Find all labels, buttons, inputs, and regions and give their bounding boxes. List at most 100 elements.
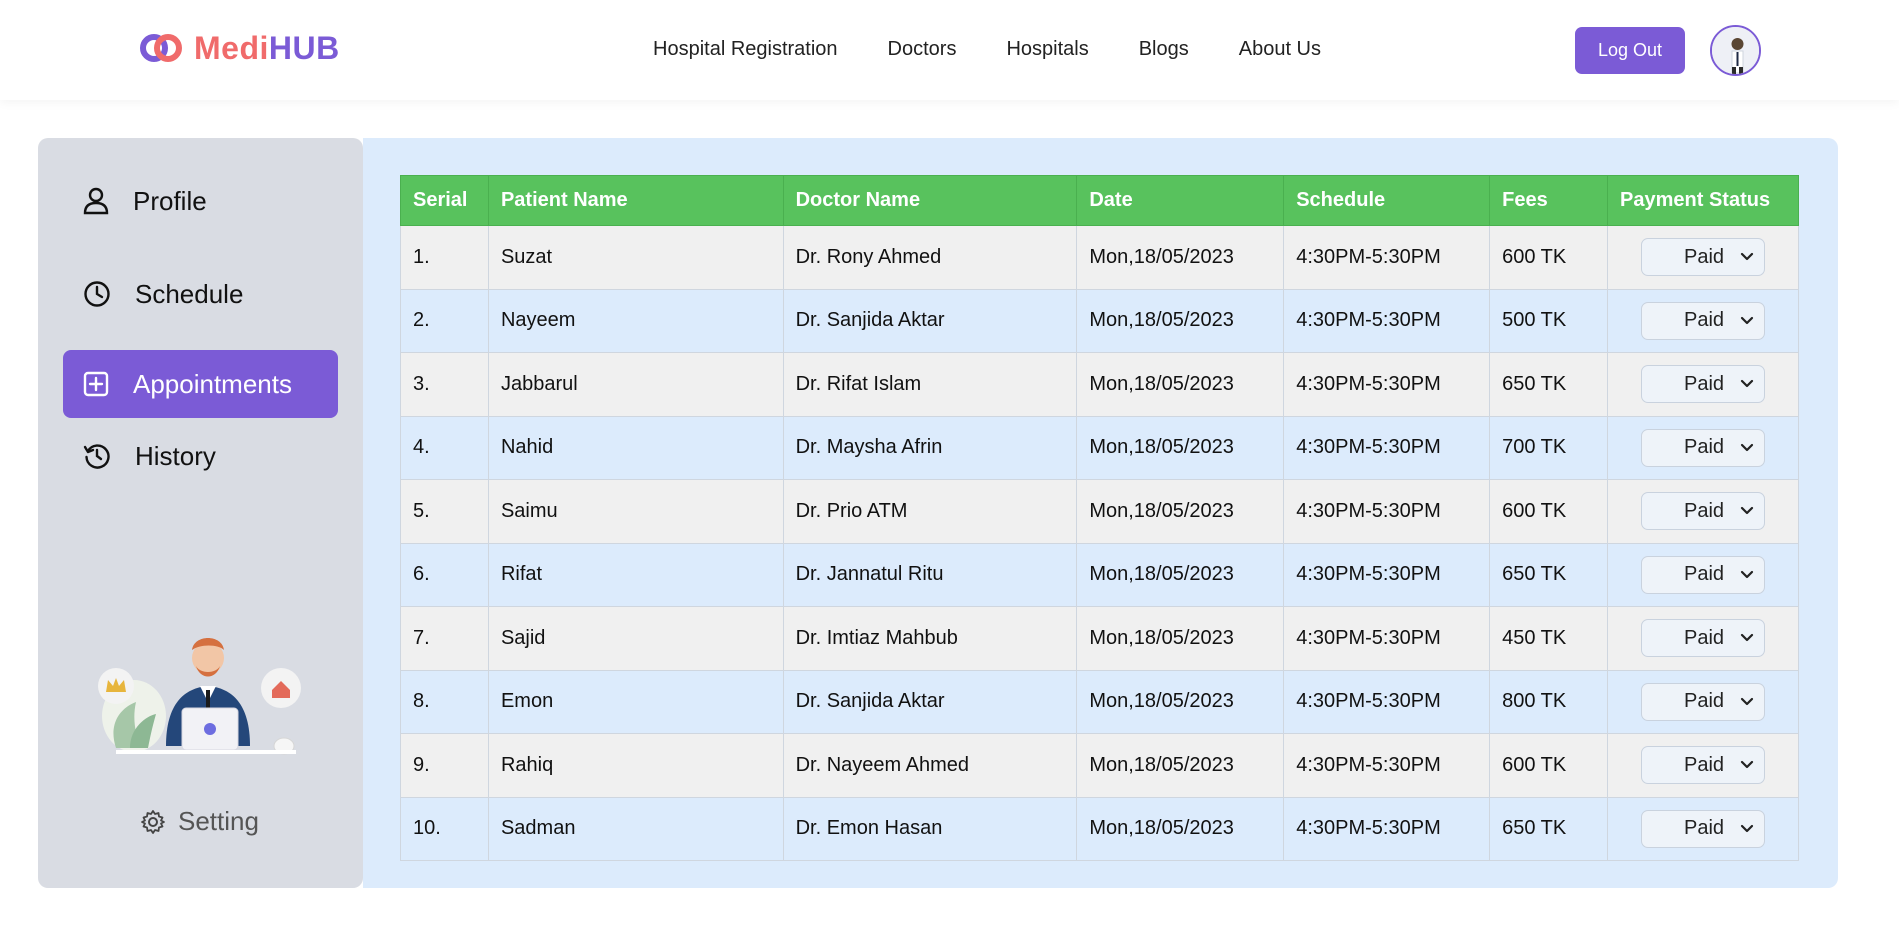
table-row[interactable]: 10. Sadman Dr. Emon Hasan Mon,18/05/2023 4:3… xyxy=(400,796,1799,861)
doctor-name-cell: Dr. Sanjida Aktar xyxy=(782,669,1078,734)
payment-status-select[interactable]: Paid xyxy=(1641,555,1765,594)
schedule-cell: 4:30PM-5:30PM xyxy=(1283,288,1491,353)
patient-name-cell: Rifat xyxy=(487,542,784,607)
table-header-row: Serial Patient Name Doctor Name Date Sch… xyxy=(400,175,1799,226)
sidebar-item-history[interactable]: History xyxy=(63,422,338,490)
patient-name-cell: Jabbarul xyxy=(487,352,784,417)
nav-doctors[interactable]: Doctors xyxy=(888,38,957,61)
patient-name-cell: Rahiq xyxy=(487,733,784,798)
payment-status-value: Paid xyxy=(1684,372,1725,395)
payment-status-cell: Paid xyxy=(1607,288,1799,353)
payment-status-select[interactable]: Paid xyxy=(1641,809,1765,848)
history-icon xyxy=(83,444,110,469)
fees-cell: 650 TK xyxy=(1489,542,1609,607)
date-cell: Mon,18/05/2023 xyxy=(1076,225,1285,290)
nav-about-us[interactable]: About Us xyxy=(1239,38,1321,61)
payment-status-select[interactable]: Paid xyxy=(1641,365,1765,404)
column-header-patient-name[interactable]: Patient Name xyxy=(487,175,784,226)
payment-status-select[interactable]: Paid xyxy=(1641,301,1765,340)
doctor-name-cell: Dr. Jannatul Ritu xyxy=(782,542,1078,607)
payment-status-value: Paid xyxy=(1684,690,1725,713)
payment-status-select[interactable]: Paid xyxy=(1641,746,1765,785)
fees-cell: 450 TK xyxy=(1489,606,1609,671)
serial-cell: 9. xyxy=(400,733,489,798)
sidebar-item-label: Appointments xyxy=(133,368,292,399)
payment-status-select[interactable]: Paid xyxy=(1641,682,1765,721)
schedule-cell: 4:30PM-5:30PM xyxy=(1283,796,1491,861)
payment-status-value: Paid xyxy=(1684,817,1725,840)
brand-name-part2: HUB xyxy=(268,29,340,66)
clock-icon xyxy=(84,281,110,307)
fees-cell: 650 TK xyxy=(1489,796,1609,861)
payment-status-cell: Paid xyxy=(1607,542,1799,607)
payment-status-select[interactable]: Paid xyxy=(1641,619,1765,658)
schedule-cell: 4:30PM-5:30PM xyxy=(1283,542,1491,607)
fees-cell: 700 TK xyxy=(1489,415,1609,480)
table-row[interactable]: 8. Emon Dr. Sanjida Aktar Mon,18/05/2023 4:3… xyxy=(400,669,1799,734)
fees-cell: 650 TK xyxy=(1489,352,1609,417)
column-header-doctor-name[interactable]: Doctor Name xyxy=(782,175,1078,226)
serial-cell: 10. xyxy=(400,796,489,861)
column-header-serial[interactable]: Serial xyxy=(400,175,489,226)
sidebar-item-appointments[interactable]: Appointments xyxy=(63,350,338,418)
schedule-cell: 4:30PM-5:30PM xyxy=(1283,352,1491,417)
column-header-fees[interactable]: Fees xyxy=(1489,175,1609,226)
patient-name-cell: Nayeem xyxy=(487,288,784,353)
user-icon xyxy=(83,187,109,215)
sidebar-item-profile[interactable]: Profile xyxy=(63,167,338,235)
plus-square-icon xyxy=(83,371,109,397)
schedule-cell: 4:30PM-5:30PM xyxy=(1283,669,1491,734)
table-row[interactable]: 3. Jabbarul Dr. Rifat Islam Mon,18/05/2023 4… xyxy=(400,352,1799,417)
serial-cell: 3. xyxy=(400,352,489,417)
table-row[interactable]: 9. Rahiq Dr. Nayeem Ahmed Mon,18/05/2023 4:3… xyxy=(400,733,1799,798)
nav-blogs[interactable]: Blogs xyxy=(1139,38,1189,61)
nav-hospitals[interactable]: Hospitals xyxy=(1006,38,1088,61)
table-row[interactable]: 1. Suzat Dr. Rony Ahmed Mon,18/05/2023 4:30P… xyxy=(400,225,1799,290)
brand-name: MediHUB xyxy=(194,30,340,67)
payment-status-select[interactable]: Paid xyxy=(1641,428,1765,467)
schedule-cell: 4:30PM-5:30PM xyxy=(1283,225,1491,290)
sidebar: Profile Schedule Appointments History Se… xyxy=(38,138,363,888)
serial-cell: 7. xyxy=(400,606,489,671)
payment-status-value: Paid xyxy=(1684,563,1725,586)
date-cell: Mon,18/05/2023 xyxy=(1076,796,1285,861)
chevron-down-icon xyxy=(1740,316,1754,324)
payment-status-value: Paid xyxy=(1684,436,1725,459)
date-cell: Mon,18/05/2023 xyxy=(1076,542,1285,607)
schedule-cell: 4:30PM-5:30PM xyxy=(1283,479,1491,544)
table-row[interactable]: 2. Nayeem Dr. Sanjida Aktar Mon,18/05/2023 4… xyxy=(400,288,1799,353)
payment-status-cell: Paid xyxy=(1607,415,1799,480)
logo-rings-icon xyxy=(138,28,184,68)
payment-status-cell: Paid xyxy=(1607,352,1799,417)
brand-logo[interactable]: MediHUB xyxy=(138,28,340,68)
doctor-name-cell: Dr. Rony Ahmed xyxy=(782,225,1078,290)
payment-status-value: Paid xyxy=(1684,309,1725,332)
nav-hospital-registration[interactable]: Hospital Registration xyxy=(653,38,838,61)
column-header-schedule[interactable]: Schedule xyxy=(1283,175,1491,226)
chevron-down-icon xyxy=(1740,761,1754,769)
table-row[interactable]: 6. Rifat Dr. Jannatul Ritu Mon,18/05/2023 4:… xyxy=(400,542,1799,607)
payment-status-cell: Paid xyxy=(1607,796,1799,861)
patient-name-cell: Nahid xyxy=(487,415,784,480)
payment-status-cell: Paid xyxy=(1607,225,1799,290)
logout-button[interactable]: Log Out xyxy=(1575,27,1685,74)
payment-status-select[interactable]: Paid xyxy=(1641,492,1765,531)
payment-status-select[interactable]: Paid xyxy=(1641,238,1765,277)
date-cell: Mon,18/05/2023 xyxy=(1076,669,1285,734)
payment-status-cell: Paid xyxy=(1607,669,1799,734)
sidebar-item-schedule[interactable]: Schedule xyxy=(63,260,338,328)
user-avatar[interactable] xyxy=(1710,25,1761,76)
patient-name-cell: Saimu xyxy=(487,479,784,544)
table-row[interactable]: 5. Saimu Dr. Prio ATM Mon,18/05/2023 4:30PM-… xyxy=(400,479,1799,544)
column-header-date[interactable]: Date xyxy=(1076,175,1285,226)
setting-link[interactable]: Setting xyxy=(140,806,259,837)
serial-cell: 4. xyxy=(400,415,489,480)
date-cell: Mon,18/05/2023 xyxy=(1076,288,1285,353)
patient-name-cell: Sadman xyxy=(487,796,784,861)
patient-name-cell: Sajid xyxy=(487,606,784,671)
table-row[interactable]: 4. Nahid Dr. Maysha Afrin Mon,18/05/2023 4:3… xyxy=(400,415,1799,480)
schedule-cell: 4:30PM-5:30PM xyxy=(1283,415,1491,480)
doctor-name-cell: Dr. Nayeem Ahmed xyxy=(782,733,1078,798)
table-row[interactable]: 7. Sajid Dr. Imtiaz Mahbub Mon,18/05/2023 4:… xyxy=(400,606,1799,671)
column-header-payment-status[interactable]: Payment Status xyxy=(1607,175,1799,226)
